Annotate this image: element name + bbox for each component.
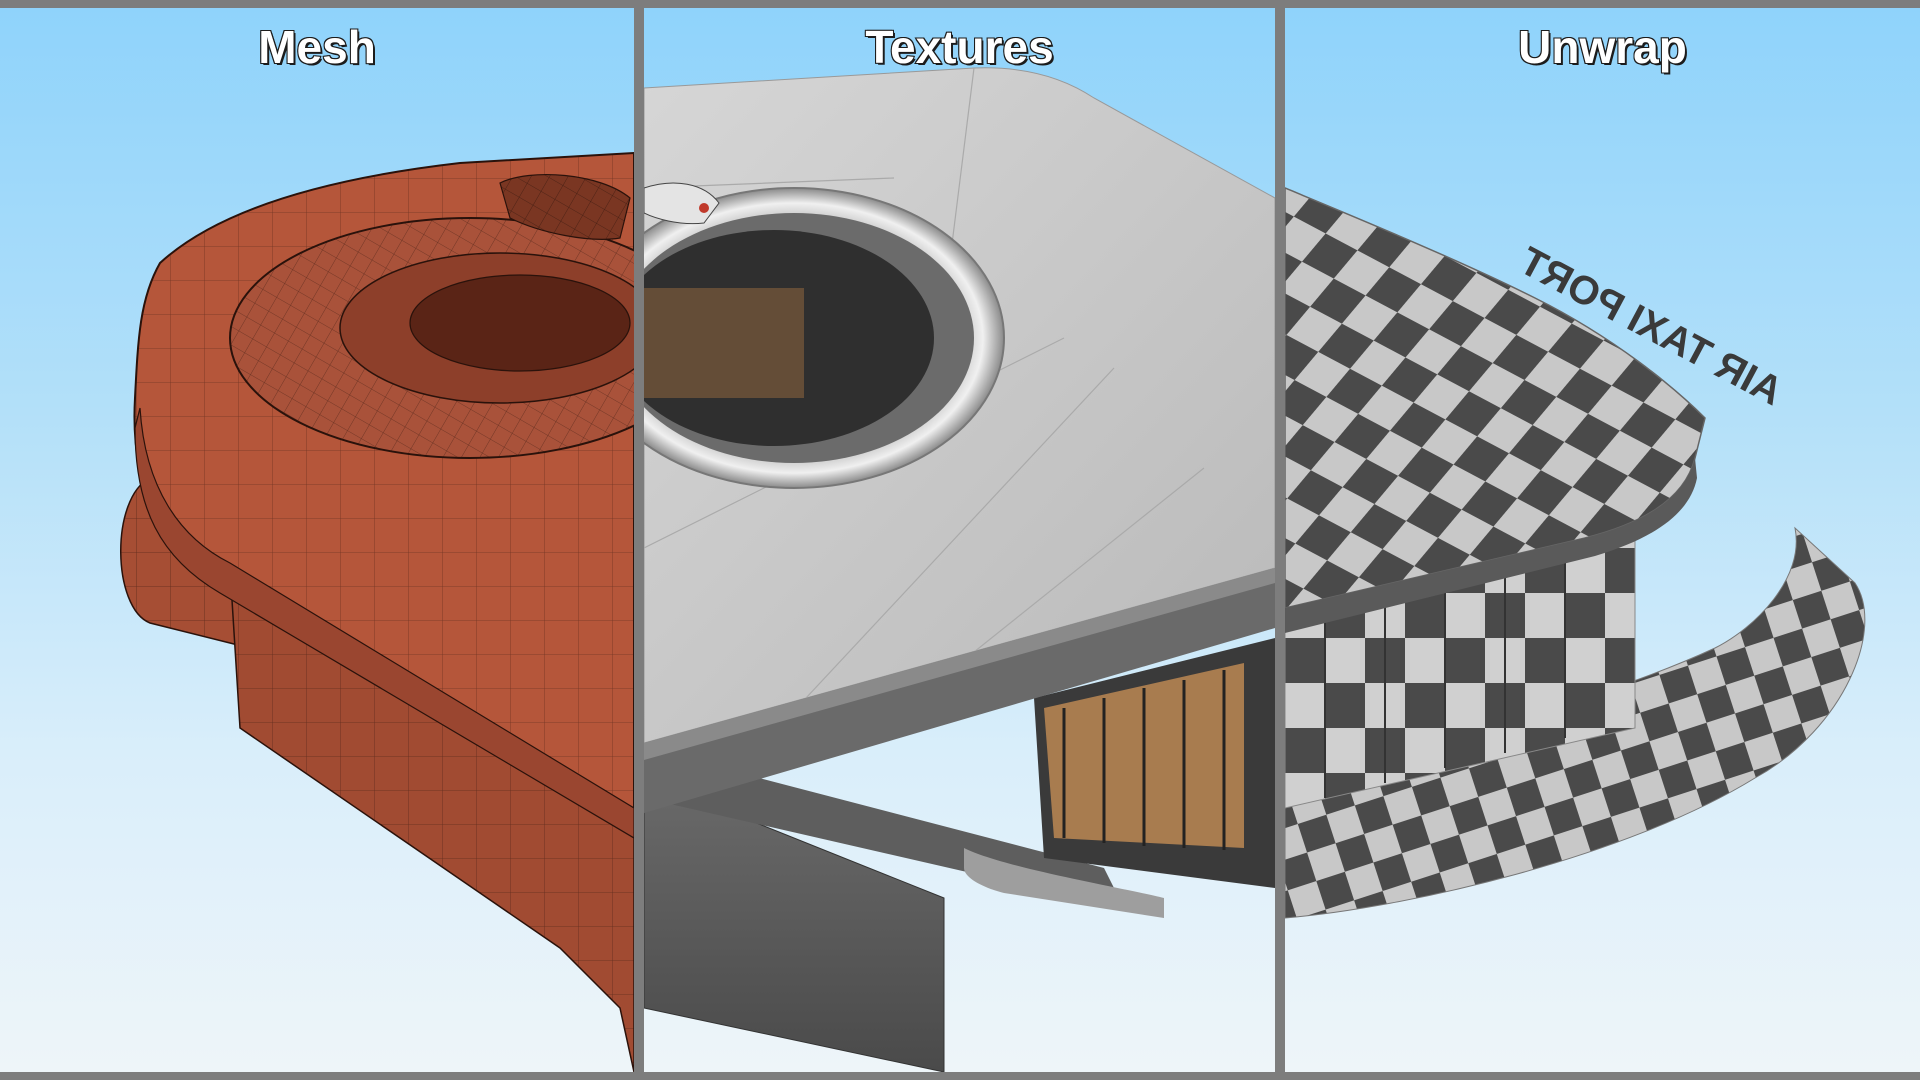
frame-border-top <box>0 0 1920 8</box>
unwrap-render: AIR TAXI PORT <box>1285 187 1866 919</box>
mesh-render <box>120 151 634 1072</box>
textures-title: Textures <box>864 20 1054 74</box>
frame-border-bottom <box>0 1072 1920 1080</box>
viewer-frame: Mesh Textures AIR TAXI PORT Unwrap <box>0 0 1920 1080</box>
unwrap-panel: AIR TAXI PORT Unwrap <box>1285 8 1920 1072</box>
mesh-title: Mesh <box>257 20 377 74</box>
textures-panel: Textures <box>644 8 1275 1072</box>
unwrap-title: Unwrap <box>1517 20 1688 74</box>
panel-divider-right <box>1275 0 1285 1080</box>
textures-render <box>644 67 1275 1072</box>
mesh-panel: Mesh <box>0 8 634 1072</box>
panel-divider-left <box>634 0 644 1080</box>
